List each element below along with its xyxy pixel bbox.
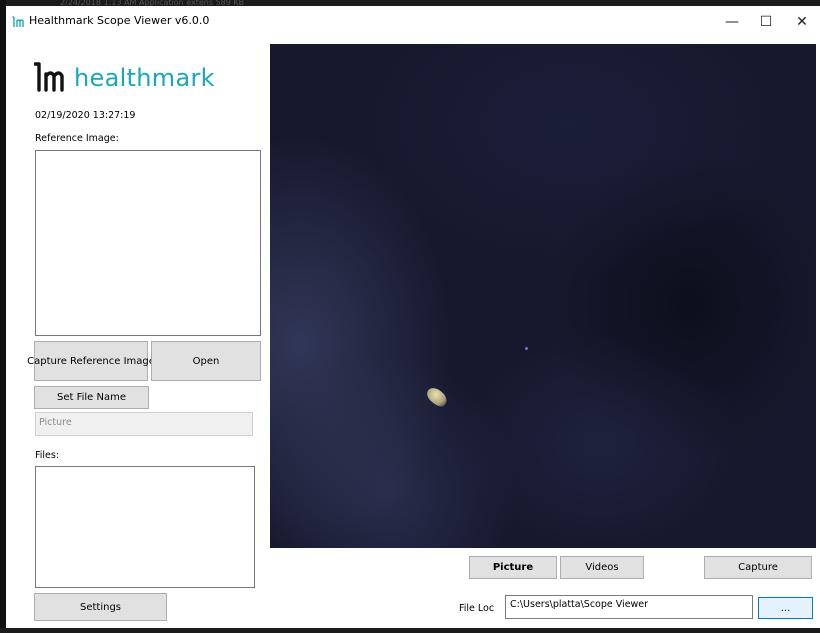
files-label: Files: [35,450,60,461]
picture-mode-button[interactable]: Picture [469,556,557,579]
files-list[interactable] [35,466,255,588]
file-name-field[interactable]: Picture [35,412,253,436]
capture-button[interactable]: Capture [704,556,812,579]
camera-dot [525,347,528,350]
file-location-label: File Loc [459,603,495,614]
browse-button[interactable]: ... [758,597,813,619]
app-logo-icon [12,16,24,27]
videos-mode-button[interactable]: Videos [560,556,644,579]
settings-button[interactable]: Settings [34,593,167,621]
current-datetime: 02/19/2020 13:27:19 [35,110,136,121]
reference-image-label: Reference Image: [35,133,119,144]
healthmark-logo-icon [34,62,64,92]
file-location-field[interactable]: C:\Users\platta\Scope Viewer [505,595,753,619]
reference-image-box [35,150,261,336]
brand-logo-text: healthmark [74,64,215,92]
camera-preview [270,44,816,548]
set-file-name-button[interactable]: Set File Name [34,386,149,409]
camera-speck [423,384,451,410]
window-bottom-border [0,628,820,633]
open-button[interactable]: Open [151,341,261,381]
maximize-button[interactable]: ☐ [746,8,786,36]
capture-reference-image-button[interactable]: Capture Reference Image [27,341,155,381]
window-title: Healthmark Scope Viewer v6.0.0 [29,14,210,27]
close-button[interactable]: ✕ [782,8,820,36]
